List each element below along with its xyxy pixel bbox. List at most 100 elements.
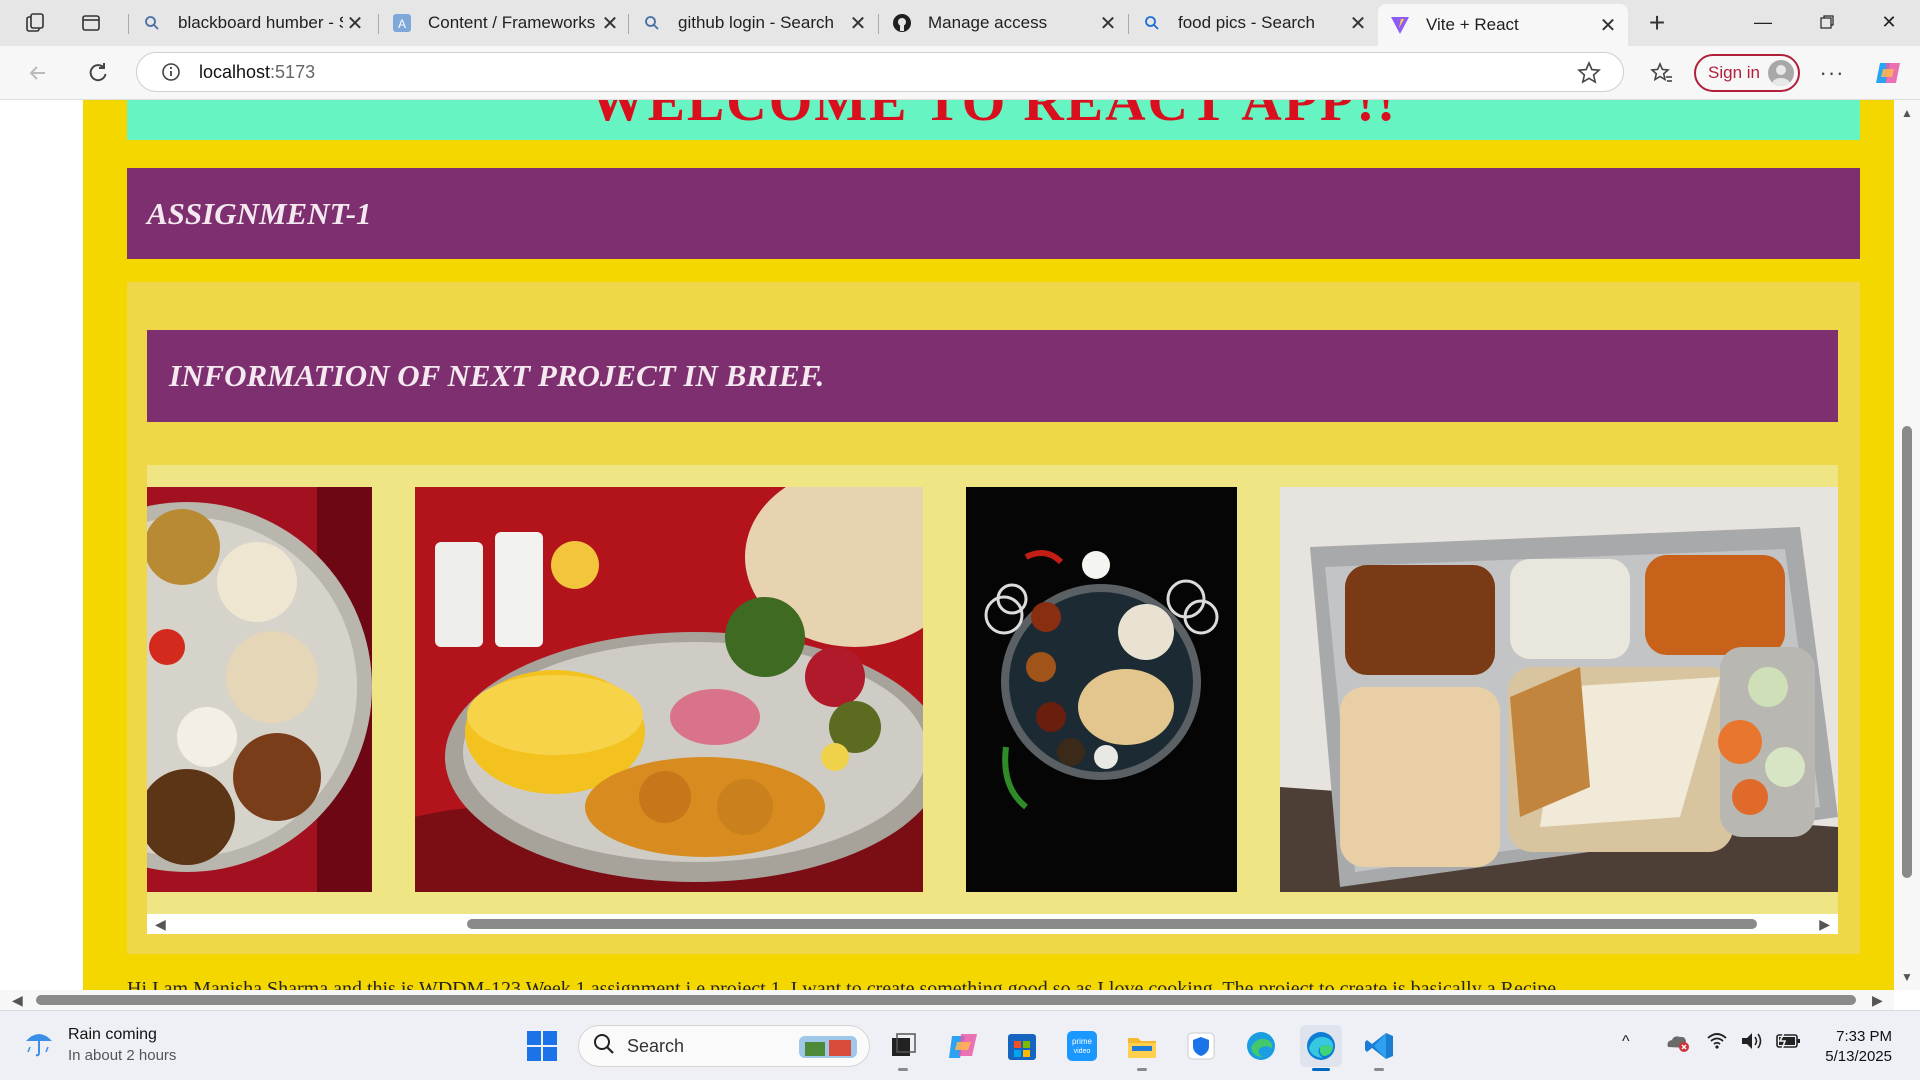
close-tab-icon[interactable]: ✕ xyxy=(343,11,367,36)
file-explorer-icon[interactable] xyxy=(1121,1025,1163,1071)
tab-actions-icon[interactable] xyxy=(76,8,106,38)
site-info-icon[interactable] xyxy=(159,60,183,84)
close-tab-icon[interactable]: ✕ xyxy=(1346,11,1370,36)
tab-manage-access[interactable]: Manage access ✕ xyxy=(880,4,1128,42)
tab-title: github login - Search xyxy=(678,13,834,32)
clock-date: 5/13/2025 xyxy=(1825,1048,1892,1065)
show-hidden-icons-icon[interactable]: ^ xyxy=(1622,1033,1630,1051)
tab-title: Vite + React xyxy=(1426,15,1519,34)
weather-subtitle: In about 2 hours xyxy=(68,1046,177,1064)
vite-icon xyxy=(1390,15,1410,35)
page-scroll-thumb[interactable] xyxy=(1902,426,1912,878)
blackboard-icon: A xyxy=(392,13,412,33)
page-horizontal-scrollbar[interactable]: ◀ ▶ xyxy=(0,990,1894,1010)
defender-shield-icon[interactable] xyxy=(1180,1025,1222,1067)
food-gallery[interactable]: ◀ ▶ xyxy=(147,465,1838,934)
close-tab-icon[interactable]: ✕ xyxy=(846,11,870,36)
thali-plate-image xyxy=(147,487,372,892)
dark-thali-image xyxy=(966,487,1237,892)
battery-icon[interactable] xyxy=(1774,1031,1802,1056)
welcome-title: WELCOME TO REACT APP!! xyxy=(589,100,1398,133)
back-icon[interactable] xyxy=(20,55,56,91)
page-viewport: WELCOME TO REACT APP!! ASSIGNMENT-1 INFO… xyxy=(0,100,1920,990)
tab-title: Content / Frameworks & xyxy=(428,13,598,32)
restore-icon[interactable] xyxy=(1796,0,1858,44)
avatar-icon xyxy=(1768,60,1794,86)
favorites-icon[interactable] xyxy=(1644,55,1680,91)
taskbar-search-box[interactable]: Search xyxy=(578,1025,870,1067)
search-icon xyxy=(593,1033,615,1060)
refresh-icon[interactable] xyxy=(80,55,116,91)
page-vertical-scrollbar[interactable]: ▲ ▼ xyxy=(1894,100,1920,990)
assignment-banner: ASSIGNMENT-1 xyxy=(127,168,1860,259)
new-tab-icon[interactable]: + xyxy=(1642,7,1672,38)
svg-text:A: A xyxy=(398,17,406,31)
page-hscroll-thumb[interactable] xyxy=(36,995,1856,1005)
tab-title: blackboard humber - Se xyxy=(178,13,343,32)
steel-tray-meal-image xyxy=(1280,487,1838,892)
close-tab-icon[interactable]: ✕ xyxy=(1096,11,1120,36)
project-info-section: INFORMATION OF NEXT PROJECT IN BRIEF. ◀ … xyxy=(127,282,1860,954)
minimize-icon[interactable]: — xyxy=(1732,0,1794,44)
url-host: localhost xyxy=(199,61,271,82)
info-banner: INFORMATION OF NEXT PROJECT IN BRIEF. xyxy=(147,330,1838,422)
scroll-up-arrow-icon[interactable]: ▲ xyxy=(1901,106,1913,120)
search-highlight-icon xyxy=(797,1030,859,1067)
windows-taskbar: Rain coming In about 2 hours Search prim… xyxy=(0,1010,1920,1080)
clock-time: 7:33 PM xyxy=(1836,1028,1892,1045)
more-options-icon[interactable]: ··· xyxy=(1814,55,1850,91)
system-clock[interactable]: 7:33 PM 5/13/2025 xyxy=(1825,1027,1892,1067)
tab-github-search[interactable]: github login - Search ✕ xyxy=(630,4,878,42)
task-view-icon[interactable] xyxy=(882,1025,924,1071)
microsoft-store-icon[interactable] xyxy=(1001,1025,1043,1067)
copilot-icon[interactable] xyxy=(1870,55,1906,91)
github-icon xyxy=(892,13,912,33)
onedrive-error-icon[interactable] xyxy=(1664,1031,1690,1058)
edge-browser-icon[interactable] xyxy=(1300,1025,1342,1071)
close-tab-icon[interactable]: ✕ xyxy=(598,11,622,36)
svg-text:prime: prime xyxy=(1072,1037,1093,1046)
browser-tab-strip: blackboard humber - Se ✕ A Content / Fra… xyxy=(0,0,1920,46)
start-button[interactable] xyxy=(521,1025,563,1067)
tab-food-pics-search[interactable]: food pics - Search ✕ xyxy=(1130,4,1378,42)
copilot-app-icon[interactable] xyxy=(942,1025,984,1067)
tab-blackboard-search[interactable]: blackboard humber - Se ✕ xyxy=(130,4,375,42)
tab-title: Manage access xyxy=(928,13,1048,32)
tab-title: food pics - Search xyxy=(1178,13,1316,32)
prime-video-icon[interactable]: prime video xyxy=(1061,1025,1103,1067)
taskbar-search-label: Search xyxy=(627,1035,685,1056)
weather-title: Rain coming xyxy=(68,1025,157,1043)
sign-in-button[interactable]: Sign in xyxy=(1694,54,1800,92)
close-window-icon[interactable]: ✕ xyxy=(1858,0,1920,44)
intro-paragraph: Hi I am Manisha Sharma and this is WDDM-… xyxy=(127,978,1557,990)
workspaces-icon[interactable] xyxy=(20,8,50,38)
persian-feast-image xyxy=(415,487,923,892)
tab-content-frameworks[interactable]: A Content / Frameworks & ✕ xyxy=(380,4,630,42)
sign-in-label: Sign in xyxy=(1708,63,1760,82)
scroll-right-arrow-icon[interactable]: ▶ xyxy=(1819,916,1830,933)
scroll-left-arrow-icon[interactable]: ◀ xyxy=(155,916,166,933)
scroll-down-arrow-icon[interactable]: ▼ xyxy=(1901,970,1913,984)
url-port: :5173 xyxy=(270,61,316,82)
edge-dev-icon[interactable] xyxy=(1240,1025,1282,1067)
gallery-scroll-thumb[interactable] xyxy=(467,919,1757,929)
welcome-header: WELCOME TO REACT APP!! xyxy=(127,100,1860,140)
page-scroll-right-arrow-icon[interactable]: ▶ xyxy=(1872,992,1883,1009)
volume-icon[interactable] xyxy=(1740,1031,1764,1056)
vscode-icon[interactable] xyxy=(1358,1025,1400,1071)
favorite-star-icon[interactable] xyxy=(1577,61,1601,90)
search-icon xyxy=(142,13,162,33)
address-bar[interactable]: localhost:5173 xyxy=(136,52,1624,92)
search-icon xyxy=(642,13,662,33)
svg-text:video: video xyxy=(1074,1048,1091,1055)
close-tab-icon[interactable]: ✕ xyxy=(1596,13,1620,38)
search-icon xyxy=(1142,13,1162,33)
gallery-horizontal-scrollbar[interactable]: ◀ ▶ xyxy=(147,914,1838,934)
info-title: INFORMATION OF NEXT PROJECT IN BRIEF. xyxy=(169,358,825,393)
app-root: WELCOME TO REACT APP!! ASSIGNMENT-1 INFO… xyxy=(83,100,1894,990)
weather-widget[interactable]: Rain coming In about 2 hours xyxy=(22,1025,176,1064)
page-scroll-left-arrow-icon[interactable]: ◀ xyxy=(12,992,23,1009)
tab-vite-react[interactable]: Vite + React ✕ xyxy=(1378,4,1628,46)
browser-toolbar: localhost:5173 Sign in ··· xyxy=(0,46,1920,100)
wifi-icon[interactable] xyxy=(1706,1031,1728,1056)
